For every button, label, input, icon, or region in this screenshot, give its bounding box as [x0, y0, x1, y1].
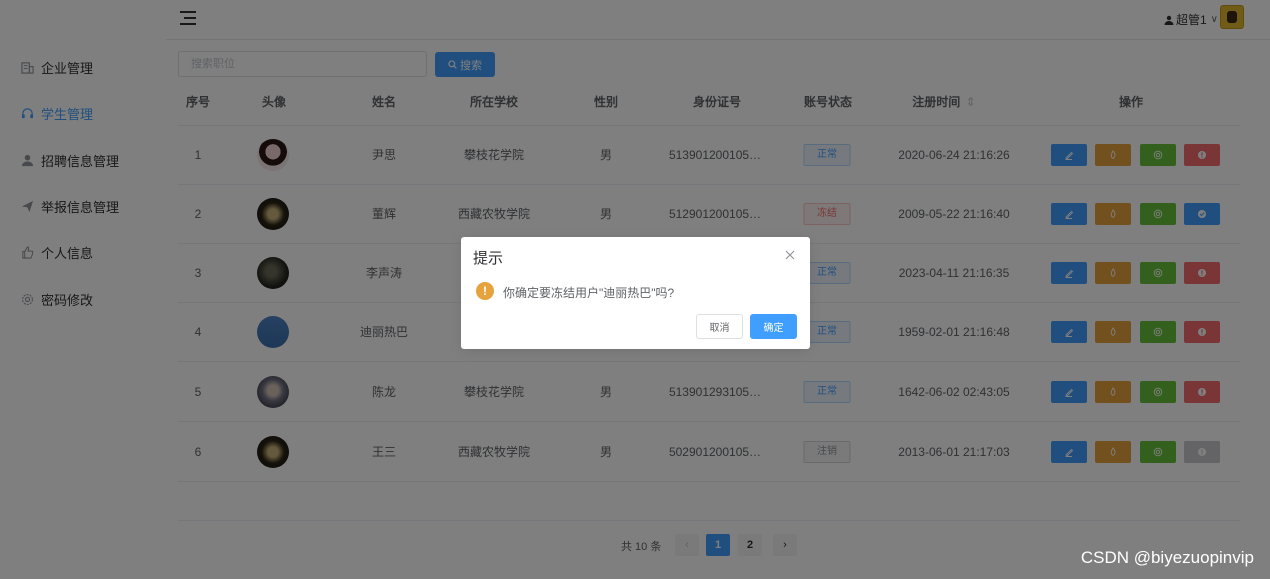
- confirm-button[interactable]: 确定: [750, 314, 797, 339]
- dialog-message: 你确定要冻结用户"迪丽热巴"吗?: [503, 286, 675, 300]
- cancel-button[interactable]: 取消: [696, 314, 743, 339]
- dialog-title: 提示: [473, 250, 504, 267]
- warning-icon: !: [476, 282, 494, 300]
- close-icon[interactable]: [784, 249, 796, 261]
- confirm-dialog: 提示 ! 你确定要冻结用户"迪丽热巴"吗? 取消 确定: [461, 237, 810, 349]
- watermark: CSDN @biyezuopinvip: [1080, 548, 1254, 567]
